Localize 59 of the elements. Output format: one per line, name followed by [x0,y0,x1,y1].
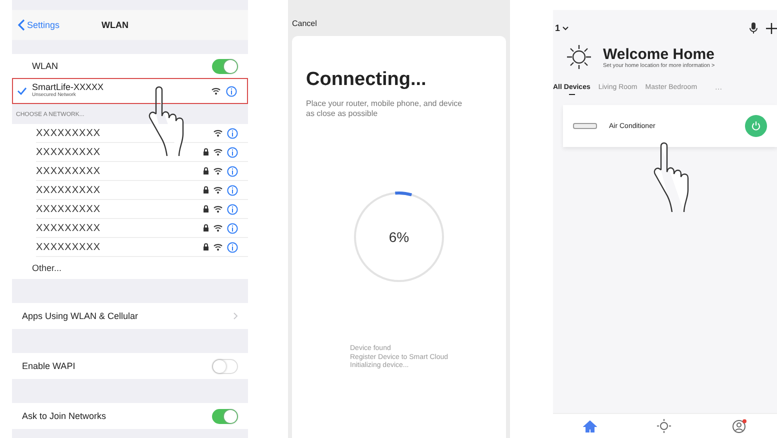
home-selector[interactable]: 1 [555,23,570,33]
progress-reading: 6% [388,228,410,245]
network-row[interactable]: XXXXXXXXX [36,162,248,181]
info-icon[interactable] [227,242,238,252]
info-icon[interactable] [227,146,238,158]
network-name: SmartLife-XXXXX [32,83,105,92]
chevron-right-icon [233,312,238,320]
sun-tab-icon[interactable] [657,419,672,433]
settings-row[interactable]: Apps Using WLAN & Cellular [12,303,248,329]
network-name: XXXXXXXXX [36,242,102,252]
microphone-icon[interactable] [749,22,758,34]
cancel-link[interactable]: Cancel [292,0,317,36]
info-icon[interactable] [227,166,238,176]
wifi-icon [213,186,223,194]
chevron-down-icon [562,26,570,30]
settings-row[interactable]: Enable WAPI [12,353,248,379]
network-row[interactable]: XXXXXXXXX [36,200,248,219]
connecting-hint: Place your router, mobile phone, and device as close as possible [306,99,464,120]
network-name: XXXXXXXXX [36,222,102,234]
back-chevron-icon [18,19,25,31]
back-link[interactable]: Settings [18,19,60,31]
other-network-link[interactable]: Other... [32,263,238,273]
settings-row[interactable]: Ask to Join Networks [12,403,248,429]
connecting-title: Connecting... [306,69,428,91]
wifi-icon [213,129,223,137]
info-icon[interactable] [226,86,237,96]
wifi-icon [213,205,223,213]
info-icon[interactable] [227,128,238,138]
wifi-icon [213,243,223,251]
home-tab-icon[interactable] [583,420,598,432]
power-icon [751,121,761,131]
info-icon[interactable] [227,184,238,196]
home-title: Welcome Home [603,46,715,62]
wifi-icon [211,87,221,95]
profile-tab-icon[interactable] [732,419,747,433]
network-row[interactable]: XXXXXXXXX [36,181,248,200]
network-row[interactable]: XXXXXXXXX [36,219,248,238]
power-button[interactable] [745,115,767,137]
settings-label: Apps Using WLAN & Cellular [22,311,140,321]
wlan-toggle[interactable] [212,58,238,74]
info-icon[interactable] [227,222,238,234]
wifi-icon [213,148,223,156]
network-name: XXXXXXXXX [36,146,102,158]
network-name: XXXXXXXXX [36,166,102,176]
toggle-switch[interactable] [212,408,238,424]
wifi-icon [213,167,223,175]
settings-label: Enable WAPI [22,361,76,371]
network-row[interactable]: XXXXXXXXX [36,238,248,257]
air-conditioner-icon [573,123,597,129]
network-name: XXXXXXXXX [36,128,102,138]
network-name: XXXXXXXXX [36,204,102,214]
wlan-label: WLAN [31,61,60,71]
info-icon[interactable] [227,204,238,214]
screen-title: WLAN [102,20,129,30]
settings-label: Ask to Join Networks [22,411,108,421]
network-name: XXXXXXXXX [36,184,102,196]
sun-icon [565,44,593,70]
add-icon[interactable] [766,22,777,34]
wifi-icon [213,224,223,232]
